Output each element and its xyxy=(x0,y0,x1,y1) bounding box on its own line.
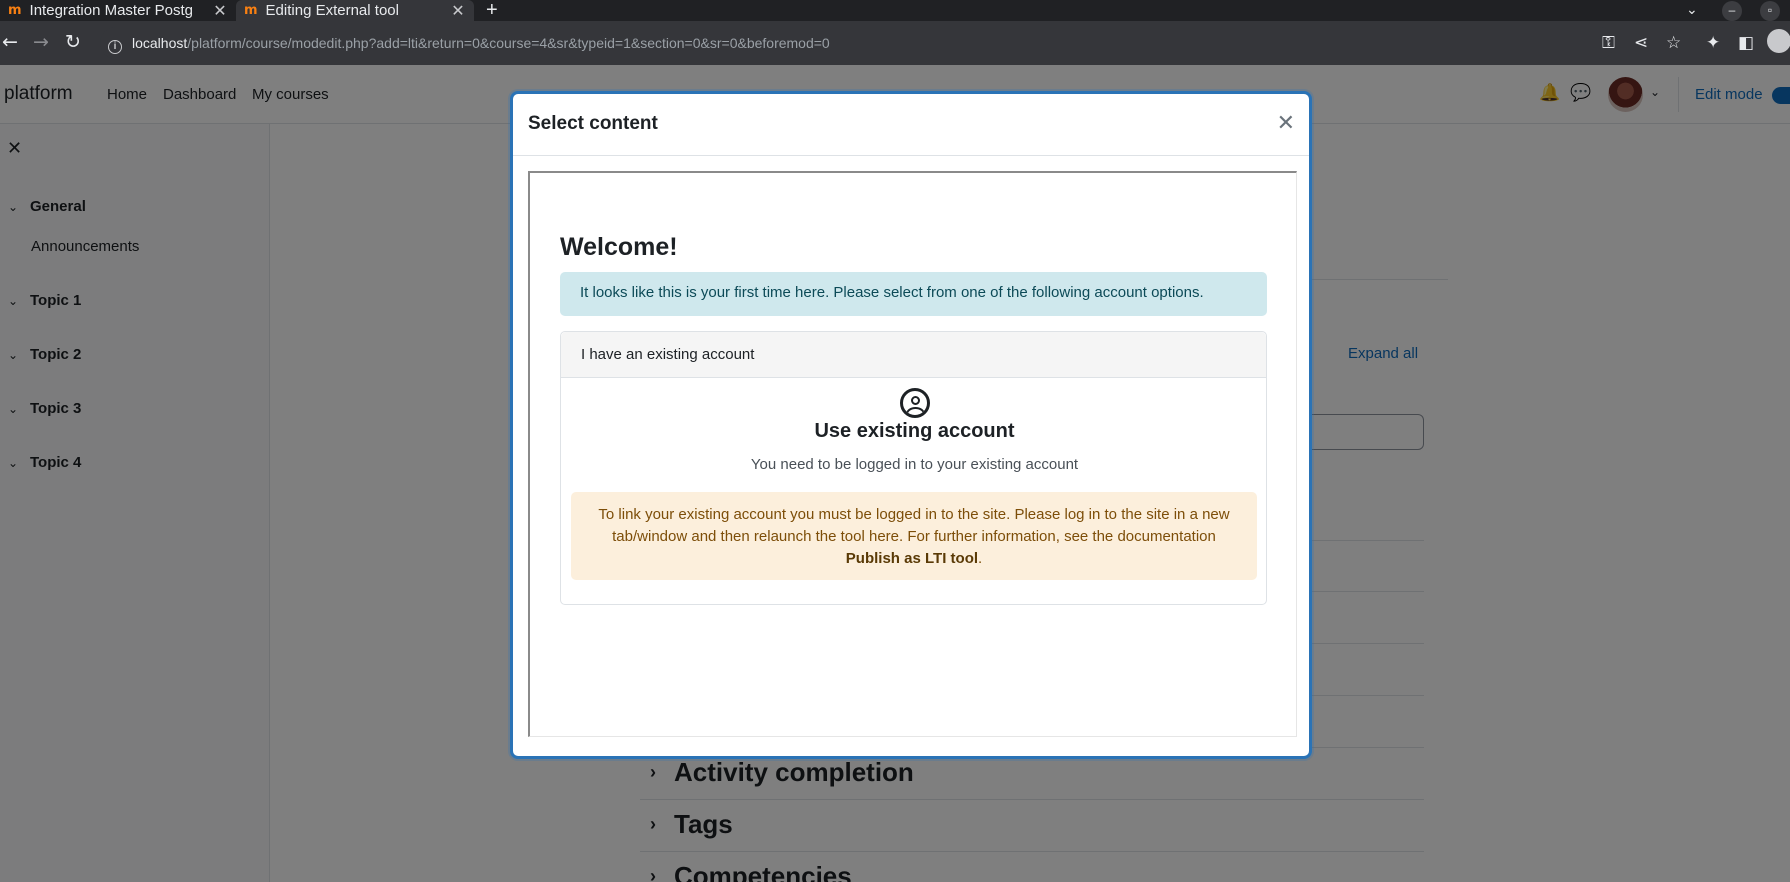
back-arrow-icon[interactable]: ← xyxy=(2,31,18,53)
warning-alert: To link your existing account you must b… xyxy=(571,492,1257,580)
moodle-favicon-icon: m xyxy=(8,3,22,18)
address-bar[interactable]: i localhost/platform/course/modedit.php?a… xyxy=(100,27,1615,59)
site-info-icon[interactable]: i xyxy=(108,40,122,54)
browser-tab-bar: m Integration Master Postg ✕ m Editing E… xyxy=(0,0,1790,21)
modal-header: Select content ✕ xyxy=(513,94,1309,156)
tab-title: Integration Master Postg xyxy=(29,2,193,19)
url-path: /platform/course/modedit.php?add=lti&ret… xyxy=(187,35,830,51)
tab-title: Editing External tool xyxy=(265,2,399,19)
info-alert: It looks like this is your first time he… xyxy=(560,272,1267,316)
select-content-modal: Select content ✕ Welcome! It looks like … xyxy=(510,91,1312,759)
card-subtitle: You need to be logged in to your existin… xyxy=(750,456,1079,473)
lti-content-frame: Welcome! It looks like this is your firs… xyxy=(528,171,1297,737)
share-icon[interactable]: ⋖ xyxy=(1634,33,1648,53)
warning-end: . xyxy=(978,550,983,567)
close-icon[interactable]: ✕ xyxy=(1277,110,1295,136)
existing-account-card: I have an existing account Use existing … xyxy=(560,331,1267,605)
url-host: localhost xyxy=(132,35,188,51)
welcome-heading: Welcome! xyxy=(560,233,678,261)
moodle-favicon-icon: m xyxy=(244,3,258,18)
browser-profile-icon[interactable] xyxy=(1767,29,1790,53)
restore-icon[interactable]: ▫ xyxy=(1760,1,1780,21)
tab-close-icon[interactable]: ✕ xyxy=(210,1,230,21)
new-tab-icon[interactable]: + xyxy=(486,0,498,21)
tab-close-icon[interactable]: ✕ xyxy=(448,1,468,21)
password-key-icon[interactable]: ⚿ xyxy=(1602,33,1615,53)
documentation-link[interactable]: Publish as LTI tool xyxy=(846,550,978,567)
browser-tab[interactable]: m Integration Master Postg ✕ xyxy=(0,0,236,21)
tab-search-chevron-icon[interactable]: ⌄ xyxy=(1686,1,1698,18)
browser-toolbar: ← → ↻ i localhost/platform/course/modedit… xyxy=(0,21,1790,65)
extensions-puzzle-icon[interactable]: ✦ xyxy=(1706,33,1720,53)
side-panel-icon[interactable]: ◧ xyxy=(1738,33,1754,53)
warning-text: To link your existing account you must b… xyxy=(598,506,1230,545)
user-circle-icon xyxy=(900,388,930,418)
forward-arrow-icon[interactable]: → xyxy=(33,31,49,53)
bookmark-star-icon[interactable]: ☆ xyxy=(1666,33,1681,53)
card-header: I have an existing account xyxy=(561,332,1266,378)
card-title: Use existing account xyxy=(814,420,1015,442)
browser-tab-active[interactable]: m Editing External tool ✕ xyxy=(236,0,474,21)
reload-icon[interactable]: ↻ xyxy=(65,31,81,53)
modal-title: Select content xyxy=(528,113,658,134)
minimize-icon[interactable]: – xyxy=(1722,1,1742,21)
